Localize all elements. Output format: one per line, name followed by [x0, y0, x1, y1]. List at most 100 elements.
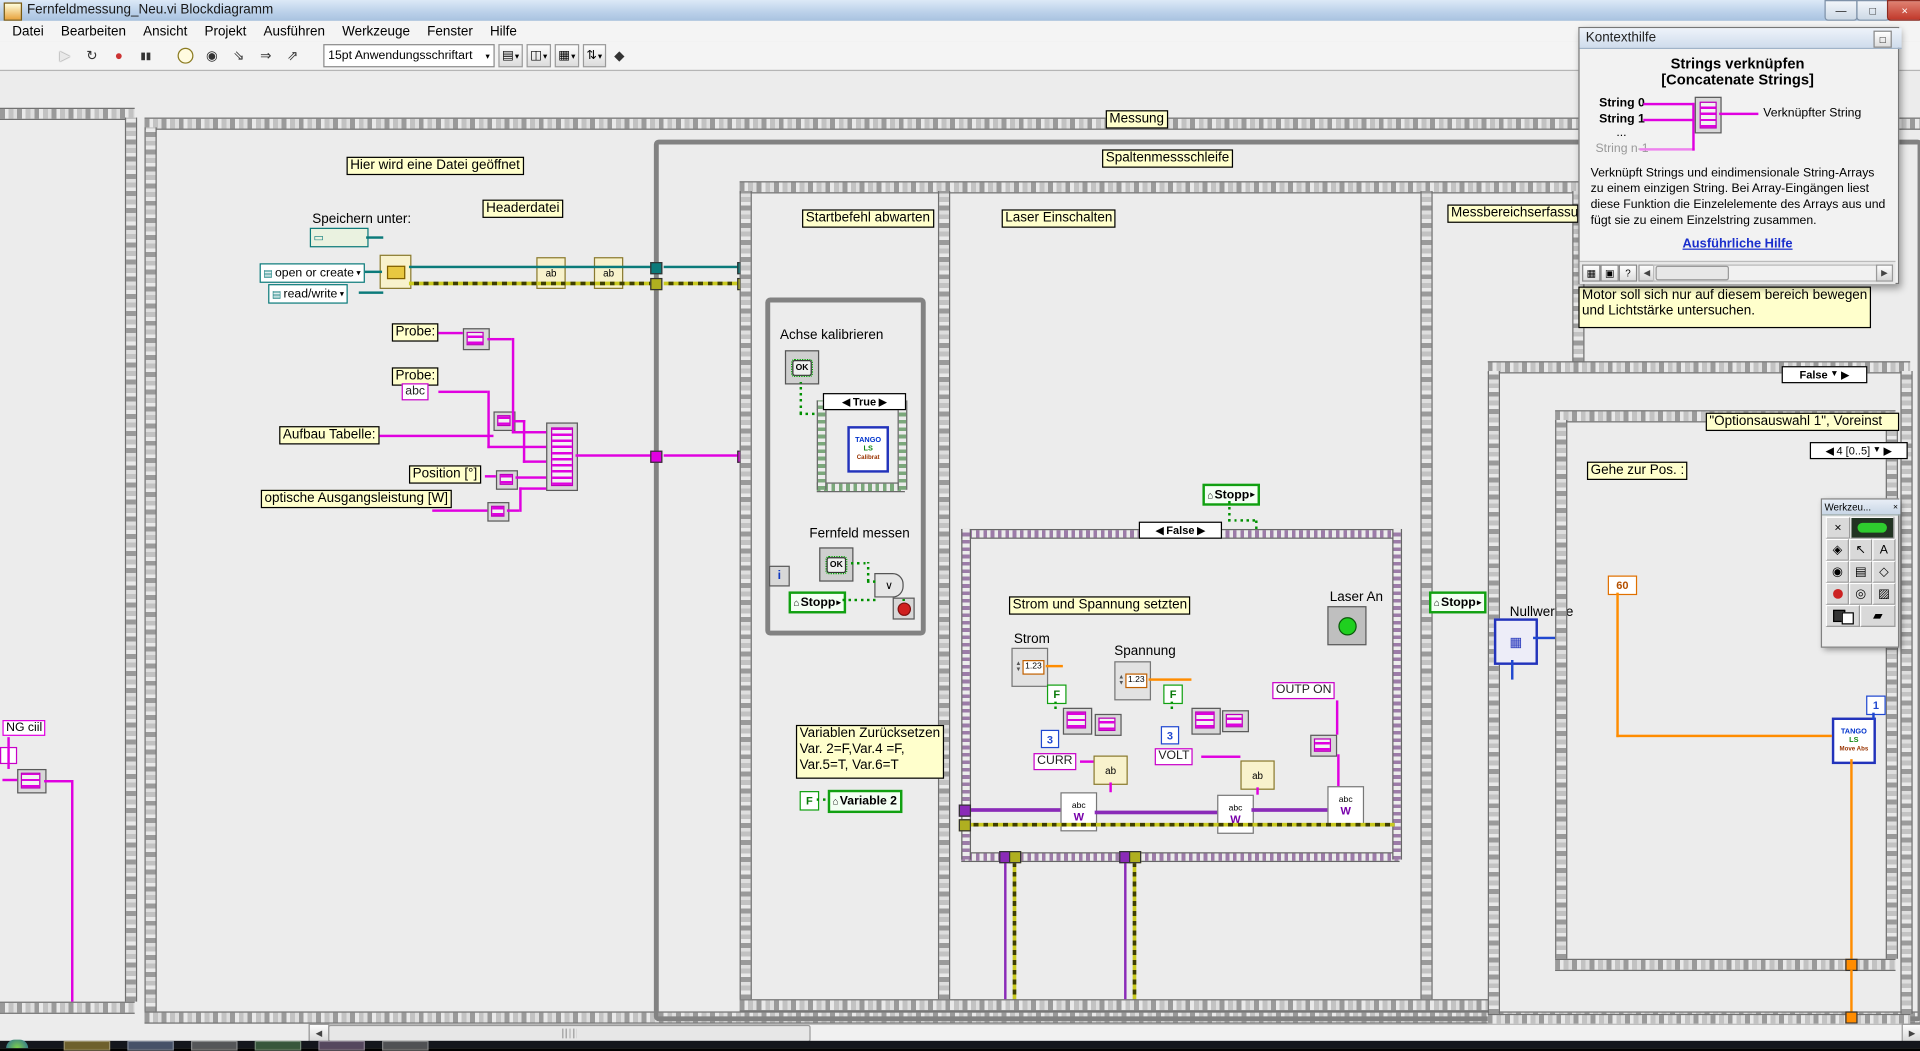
help-scrollbar-thumb[interactable] [1655, 265, 1729, 281]
tools-close-icon[interactable]: × [1893, 503, 1898, 512]
visa-write-node[interactable]: abc W [1217, 794, 1254, 834]
concatenate-strings-node-big[interactable] [546, 422, 578, 492]
reorder-button[interactable]: ⇅ ▾ [582, 44, 606, 68]
select-node[interactable] [1191, 707, 1221, 735]
open-create-file-node[interactable] [379, 254, 412, 289]
case-next-icon[interactable]: ▶ [1197, 523, 1205, 538]
format-into-string-node[interactable]: ab [1093, 755, 1128, 785]
clean-up-diagram-button[interactable]: ◆ [606, 43, 633, 67]
numeric-control-strom[interactable]: ▲ ▼ 1.23 [1011, 647, 1049, 687]
to-string-node[interactable] [495, 470, 518, 490]
iteration-terminal[interactable]: i [768, 565, 790, 587]
step-out-button[interactable]: ⇗ [279, 43, 306, 67]
step-over-button[interactable]: ⇒ [252, 43, 279, 67]
taskbar-item[interactable] [127, 1040, 174, 1051]
align-objects-button[interactable]: ▤ ▾ [498, 44, 523, 68]
tool-auto-select[interactable]: × [1825, 516, 1851, 539]
case-dropdown-icon[interactable]: ▼ [1830, 367, 1838, 382]
menu-fenster[interactable]: Fenster [420, 23, 480, 40]
case-selector-false[interactable]: ◀ False ▶ [1138, 521, 1223, 539]
menu-datei[interactable]: Datei [5, 23, 51, 40]
tool-color-copy[interactable]: ▨ [1872, 582, 1896, 605]
retain-wire-values-button[interactable]: ◉ [198, 43, 225, 67]
seq-dropdown-icon[interactable]: ▼ [1873, 443, 1881, 458]
numeric-control-spannung[interactable]: ▲ ▼ 1.23 [1114, 661, 1152, 701]
visa-write-node[interactable]: abc W [1327, 786, 1365, 826]
case-prev-icon[interactable]: ◀ [842, 394, 850, 409]
concatenate-strings-node[interactable] [17, 768, 47, 794]
path-constant[interactable]: ▭ [309, 227, 369, 248]
ok-button-terminal-achse[interactable]: OK [784, 350, 820, 385]
distribute-objects-button[interactable]: ◫ ▾ [526, 44, 551, 68]
taskbar-item[interactable] [191, 1040, 238, 1051]
tool-wire[interactable]: ◉ [1825, 560, 1849, 583]
context-help-window-button[interactable]: □ [1873, 30, 1892, 48]
font-selector[interactable]: 15pt Anwendungsschriftart ▾ [323, 44, 495, 68]
help-optional-terminals-button[interactable]: ▦ [1582, 264, 1601, 282]
string-constant-abc[interactable]: abc [401, 383, 429, 401]
help-detailed-help-button[interactable]: ? [1618, 264, 1638, 282]
led-indicator-laser-an[interactable] [1327, 606, 1367, 646]
minimize-button[interactable]: — [1824, 0, 1858, 21]
string-constant-outp-on[interactable]: OUTP ON [1272, 682, 1336, 700]
tool-shortcut-menu[interactable]: ▤ [1848, 560, 1873, 583]
run-continuous-button[interactable]: ↻ [78, 43, 105, 67]
concatenate-strings-node[interactable] [1310, 734, 1338, 757]
help-detailed-link[interactable]: Ausführliche Hilfe [1580, 236, 1896, 251]
scrollbar-thumb[interactable] [328, 1024, 811, 1043]
format-into-string-node[interactable]: ab [1240, 760, 1275, 790]
case-prev-icon[interactable]: ◀ [1155, 523, 1163, 538]
case-next-icon[interactable]: ▶ [1841, 367, 1849, 382]
taskbar-item[interactable] [63, 1040, 111, 1051]
run-button[interactable]: ▶ [51, 43, 78, 67]
numeric-constant-1[interactable]: 1 [1866, 695, 1886, 716]
maximize-button[interactable]: □ [1856, 0, 1890, 21]
concatenate-strings-node[interactable] [1222, 710, 1249, 733]
nullwert-subvi-node[interactable]: ▦ [1493, 618, 1538, 665]
highlight-execution-button[interactable] [171, 43, 198, 67]
numeric-constant-60[interactable]: 60 [1607, 575, 1638, 596]
tool-probe[interactable]: ◎ [1848, 582, 1873, 605]
or-gate-node[interactable]: ∨ [874, 573, 904, 598]
tool-breakpoint[interactable] [1825, 582, 1849, 605]
taskbar-item[interactable] [254, 1040, 302, 1051]
close-button[interactable]: × [1886, 0, 1920, 21]
menu-werkzeuge[interactable]: Werkzeuge [335, 23, 418, 40]
menu-projekt[interactable]: Projekt [197, 23, 254, 40]
tango-ls-move-node[interactable]: TANGO LS Move Abs [1831, 717, 1876, 765]
seq-next-icon[interactable]: ▶ [1884, 443, 1892, 458]
select-node[interactable] [1062, 707, 1093, 735]
concatenate-strings-node[interactable] [1094, 713, 1122, 736]
local-variable-variable2[interactable]: ⌂ Variable 2 [827, 789, 902, 814]
tools-palette-titlebar[interactable]: Werkzeu... × [1822, 499, 1901, 516]
enum-open-or-create[interactable]: ▤ open or create ▾ [259, 263, 365, 283]
taskbar-item[interactable] [318, 1040, 365, 1051]
local-variable-stopp[interactable]: ⌂ Stopp ▸ [788, 591, 846, 614]
context-help-titlebar[interactable]: Kontexthilfe [1579, 28, 1902, 49]
ok-button-terminal-fernfeld[interactable]: OK [819, 547, 854, 582]
start-button[interactable] [6, 1039, 29, 1049]
pause-button[interactable]: ▮▮ [132, 43, 159, 67]
tool-position[interactable]: ↖ [1848, 538, 1873, 561]
case-next-icon[interactable]: ▶ [879, 394, 887, 409]
case-selector-false-right[interactable]: False ▼ ▶ [1781, 366, 1868, 384]
local-variable-stopp[interactable]: ⌂ Stopp ▸ [1202, 483, 1260, 506]
local-variable-stopp[interactable]: ⌂ Stopp ▸ [1428, 591, 1487, 614]
sequence-frame-selector[interactable]: ◀ 4 [0..5] ▼ ▶ [1809, 442, 1908, 460]
menu-bearbeiten[interactable]: Bearbeiten [53, 23, 133, 40]
enum-read-write[interactable]: ▤ read/write ▾ [268, 284, 348, 304]
tool-set-color[interactable] [1825, 604, 1861, 627]
menu-ansicht[interactable]: Ansicht [136, 23, 195, 40]
tool-brush[interactable]: ▰ [1860, 604, 1896, 627]
taskbar-item[interactable] [382, 1040, 429, 1051]
tool-scroll[interactable]: ◇ [1872, 560, 1896, 583]
help-scroll-right-button[interactable]: ▶ [1875, 264, 1894, 282]
resize-objects-button[interactable]: ▦ ▾ [554, 44, 580, 68]
tango-ls-calibrate-node[interactable]: TANGO LS Calibrat [847, 426, 889, 473]
seq-prev-icon[interactable]: ◀ [1826, 443, 1834, 458]
abort-button[interactable]: ● [105, 43, 132, 67]
tool-edit-text[interactable]: A [1872, 538, 1896, 561]
help-scrollbar-track[interactable] [1653, 264, 1879, 282]
string-constant-curr[interactable]: CURR [1033, 753, 1077, 771]
numeric-constant-3[interactable]: 3 [1040, 729, 1060, 749]
